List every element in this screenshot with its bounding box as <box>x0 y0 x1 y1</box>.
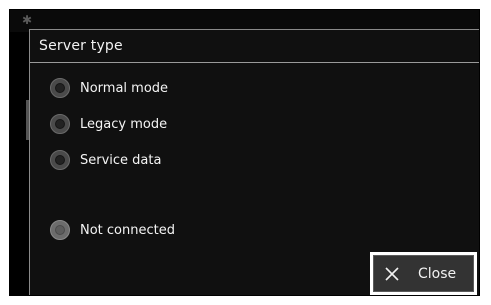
radio-button[interactable] <box>50 114 70 134</box>
close-button[interactable]: Close <box>370 252 477 295</box>
radio-button[interactable] <box>50 150 70 170</box>
option-label: Normal mode <box>80 80 169 96</box>
option-normal-mode[interactable]: Normal mode <box>50 77 168 99</box>
screen-frame: ✱ Server type Normal mode Legacy mode Se… <box>9 9 480 296</box>
option-label: Not connected <box>80 222 175 238</box>
gear-icon: ✱ <box>22 13 33 27</box>
radio-button-disabled <box>50 220 70 240</box>
close-icon <box>384 266 400 282</box>
close-label: Close <box>418 265 457 282</box>
option-service-data[interactable]: Service data <box>50 149 161 171</box>
server-type-dialog: Server type Normal mode Legacy mode Serv… <box>29 29 479 295</box>
option-not-connected: Not connected <box>50 219 175 241</box>
option-label: Legacy mode <box>80 116 168 132</box>
dialog-title: Server type <box>30 30 479 63</box>
option-legacy-mode[interactable]: Legacy mode <box>50 113 167 135</box>
close-button-face[interactable]: Close <box>373 255 474 292</box>
option-label: Service data <box>80 152 162 168</box>
radio-button[interactable] <box>50 78 70 98</box>
